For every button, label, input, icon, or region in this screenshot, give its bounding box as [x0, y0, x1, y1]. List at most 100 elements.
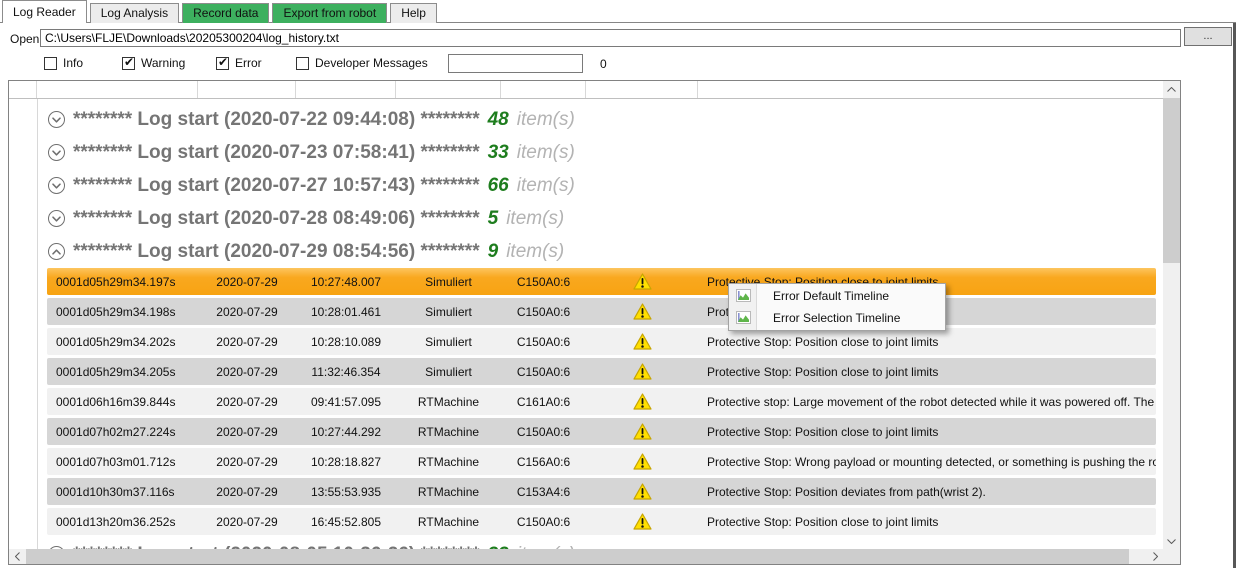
cell-error-code: C150A0:6: [501, 275, 586, 289]
timeline-chart-icon: [736, 311, 751, 327]
cell-date: 2020-07-29: [198, 305, 296, 319]
vertical-scroll-thumb[interactable]: [1163, 98, 1180, 263]
filter-checkbox[interactable]: Info: [44, 56, 83, 70]
tab[interactable]: Help: [390, 3, 437, 23]
warning-icon: [586, 303, 698, 320]
tab-label: Log Reader: [13, 5, 76, 19]
group-title: ******** Log start (2020-07-27 10:57:43)…: [73, 175, 480, 197]
table-row[interactable]: 0001d10h30m37.116s 2020-07-29 13:55:53.9…: [47, 478, 1156, 505]
checkbox-icon[interactable]: [122, 57, 135, 70]
column-header[interactable]: [37, 81, 198, 98]
cell-error-code: C153A4:6: [501, 485, 586, 499]
column-header[interactable]: [501, 81, 586, 98]
cell-error-code: C150A0:6: [501, 335, 586, 349]
cell-error-source: Simuliert: [396, 365, 501, 379]
warning-icon: [586, 393, 698, 410]
column-header[interactable]: [586, 81, 698, 98]
warning-icon: [586, 273, 698, 290]
warning-icon: [586, 453, 698, 470]
menu-item-label: Error Selection Timeline: [773, 311, 900, 325]
group-title: ******** Log start (2020-07-23 07:58:41)…: [73, 142, 480, 164]
tab[interactable]: Record data: [182, 3, 269, 23]
horizontal-scroll-thumb[interactable]: [26, 549, 1129, 564]
log-group-row[interactable]: ******** Log start (2020-08-05 10:36:26)…: [9, 538, 1163, 549]
cell-error-source: RTMachine: [396, 425, 501, 439]
warning-icon: [586, 513, 698, 530]
warning-icon: [586, 363, 698, 380]
cell-date: 2020-07-29: [198, 515, 296, 529]
cell-error-source: RTMachine: [396, 515, 501, 529]
open-label: Open: [10, 32, 39, 46]
group-items-label: item(s): [517, 175, 575, 197]
table-row[interactable]: 0001d05h29m34.205s 2020-07-29 11:32:46.3…: [47, 358, 1156, 385]
log-group-row[interactable]: ******** Log start (2020-07-28 08:49:06)…: [9, 202, 1163, 235]
warning-icon: [586, 423, 698, 440]
expand-collapse-icon[interactable]: [48, 243, 65, 260]
expand-collapse-icon[interactable]: [48, 111, 65, 128]
horizontal-scrollbar[interactable]: [9, 549, 1163, 564]
checkbox-icon[interactable]: [296, 57, 309, 70]
cell-time: 10:28:10.089: [296, 335, 396, 349]
cell-description: Protective Stop: Position deviates from …: [698, 485, 1156, 499]
filter-checkbox[interactable]: Developer Messages: [296, 56, 428, 70]
search-result-count: 0: [600, 57, 607, 71]
scroll-up-arrow-icon[interactable]: [1163, 81, 1180, 97]
cell-description: Protective Stop: Position close to joint…: [698, 335, 1156, 349]
menu-item-label: Error Default Timeline: [773, 289, 889, 303]
group-item-count: 5: [488, 208, 499, 230]
table-row[interactable]: 0001d13h20m36.252s 2020-07-29 16:45:52.8…: [47, 508, 1156, 535]
table-row[interactable]: 0001d05h29m34.198s 2020-07-29 10:28:01.4…: [47, 298, 1156, 325]
log-group-row[interactable]: ******** Log start (2020-07-27 10:57:43)…: [9, 169, 1163, 202]
file-path-input[interactable]: [40, 29, 1181, 47]
search-input[interactable]: [448, 54, 583, 73]
table-row[interactable]: 0001d07h02m27.224s 2020-07-29 10:27:44.2…: [47, 418, 1156, 445]
cell-timestamp: 0001d06h16m39.844s: [47, 395, 198, 409]
tab[interactable]: Log Analysis: [90, 3, 179, 23]
cell-timestamp: 0001d10h30m37.116s: [47, 485, 198, 499]
column-header[interactable]: [396, 81, 501, 98]
column-header[interactable]: [198, 81, 296, 98]
table-row[interactable]: 0001d06h16m39.844s 2020-07-29 09:41:57.0…: [47, 388, 1156, 415]
column-header[interactable]: [296, 81, 396, 98]
tab-bar: Log Reader Log AnalysisRecord dataExport …: [0, 0, 1236, 23]
group-items-label: item(s): [506, 241, 564, 263]
table-row[interactable]: 0001d05h29m34.197s 2020-07-29 10:27:48.0…: [47, 268, 1156, 295]
column-header[interactable]: [698, 81, 1163, 98]
table-row[interactable]: 0001d05h29m34.202s 2020-07-29 10:28:10.0…: [47, 328, 1156, 355]
log-group-row[interactable]: ******** Log start (2020-07-23 07:58:41)…: [9, 136, 1163, 169]
tab[interactable]: Log Reader: [2, 0, 87, 23]
vertical-scrollbar[interactable]: [1163, 81, 1180, 549]
log-group-row[interactable]: ******** Log start (2020-07-29 08:54:56)…: [9, 235, 1163, 268]
expand-collapse-icon[interactable]: [48, 210, 65, 227]
context-menu-item[interactable]: Error Selection Timeline: [729, 307, 945, 329]
checkbox-icon[interactable]: [44, 57, 57, 70]
filter-checkbox[interactable]: Warning: [122, 56, 185, 70]
log-group-row[interactable]: ******** Log start (2020-07-22 09:44:08)…: [9, 103, 1163, 136]
scroll-left-arrow-icon[interactable]: [9, 549, 25, 564]
table-row[interactable]: 0001d07h03m01.712s 2020-07-29 10:28:18.8…: [47, 448, 1156, 475]
cell-error-code: C150A0:6: [501, 365, 586, 379]
cell-time: 09:41:57.095: [296, 395, 396, 409]
context-menu-item[interactable]: Error Default Timeline: [729, 285, 945, 307]
expand-collapse-icon[interactable]: [48, 144, 65, 161]
cell-date: 2020-07-29: [198, 395, 296, 409]
checkbox-icon[interactable]: [216, 57, 229, 70]
checkbox-label: Error: [235, 56, 262, 70]
cell-timestamp: 0001d13h20m36.252s: [47, 515, 198, 529]
cell-date: 2020-07-29: [198, 275, 296, 289]
browse-button[interactable]: ...: [1184, 27, 1232, 46]
scroll-right-arrow-icon[interactable]: [1147, 549, 1163, 564]
cell-time: 10:28:01.461: [296, 305, 396, 319]
scroll-down-arrow-icon[interactable]: [1163, 533, 1180, 549]
warning-icon: [586, 483, 698, 500]
cell-timestamp: 0001d05h29m34.202s: [47, 335, 198, 349]
cell-error-source: RTMachine: [396, 485, 501, 499]
expand-collapse-icon[interactable]: [48, 177, 65, 194]
filter-checkbox[interactable]: Error: [216, 56, 262, 70]
filter-row: Info Warning Error Developer Messages 0: [0, 54, 1236, 76]
tab[interactable]: Export from robot: [272, 3, 387, 23]
cell-description: Protective Stop: Wrong payload or mounti…: [698, 455, 1156, 469]
cell-error-code: C156A0:6: [501, 455, 586, 469]
cell-error-code: C150A0:6: [501, 515, 586, 529]
group-title: ******** Log start (2020-07-22 09:44:08)…: [73, 109, 480, 131]
